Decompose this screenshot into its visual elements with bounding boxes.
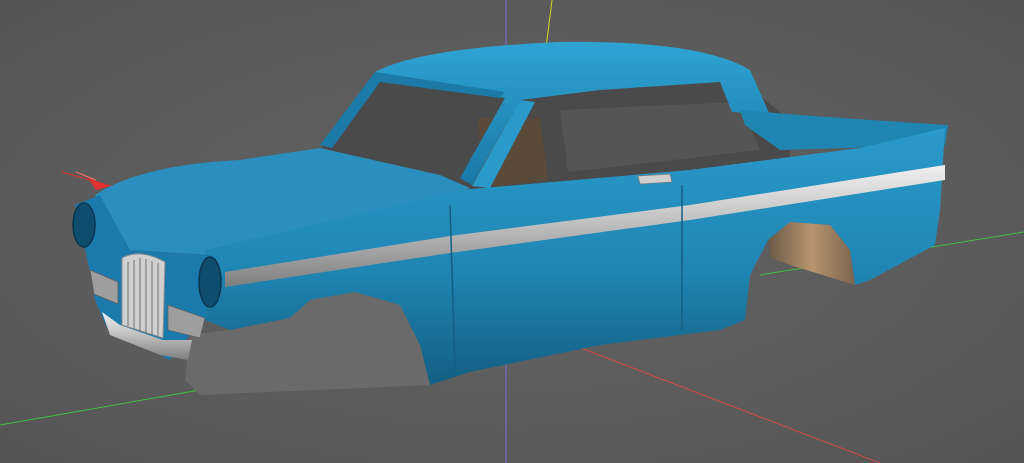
headlight-left [72,202,96,248]
ground-line-left [0,389,201,426]
door-handle[interactable] [637,173,673,185]
scene-canvas[interactable] [0,0,1024,463]
x-axis-line [559,339,881,463]
3d-viewport[interactable] [0,0,1024,463]
headlight-right [198,256,222,308]
